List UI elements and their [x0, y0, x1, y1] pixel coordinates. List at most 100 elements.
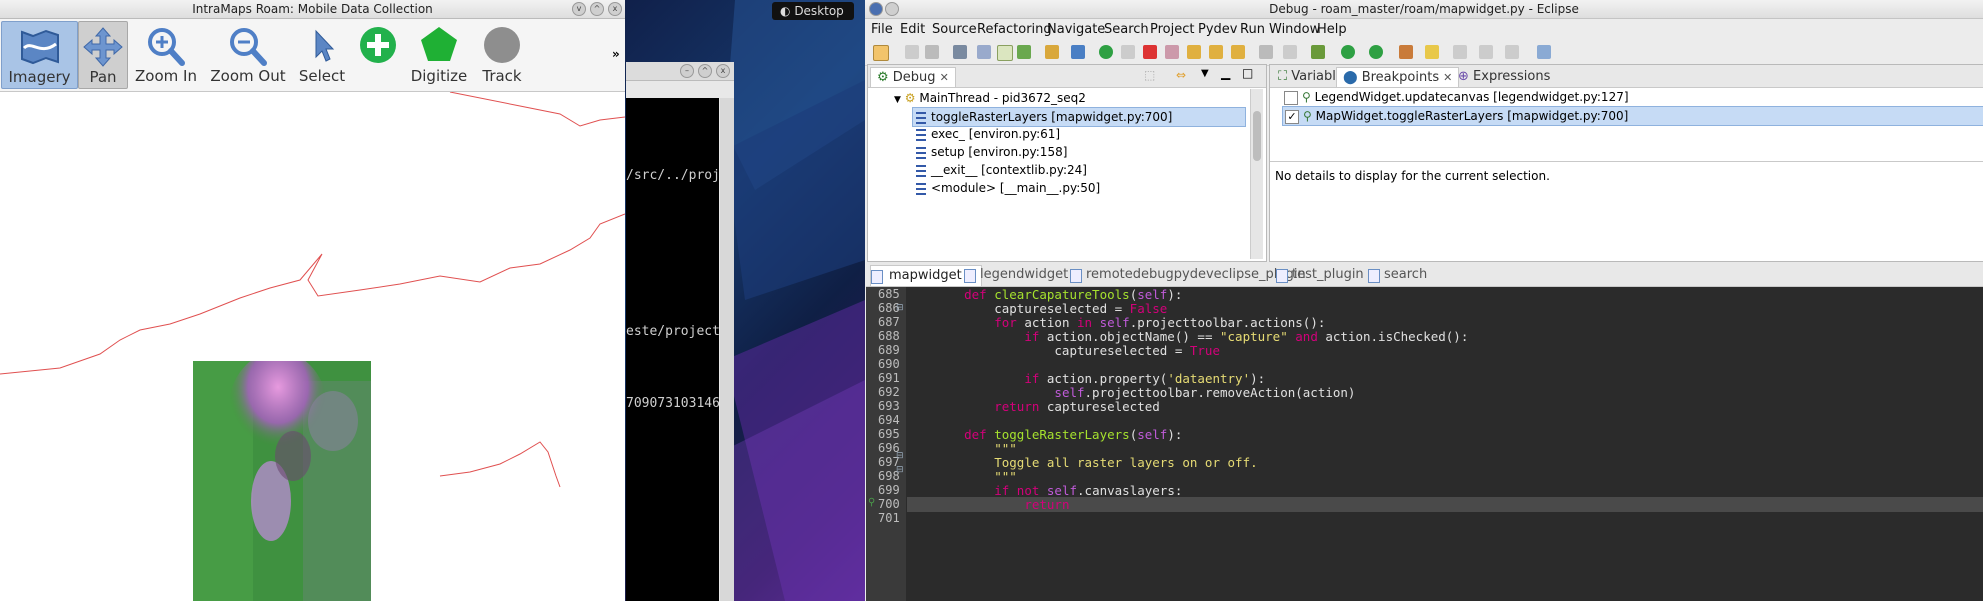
print-icon[interactable] — [953, 45, 967, 59]
minimize-icon[interactable]: v — [572, 2, 586, 16]
code-editor[interactable]: mapwidget✕ legendwidget remotedebugpydev… — [866, 262, 1983, 601]
desktop-button[interactable]: ◐ Desktop — [772, 2, 854, 20]
tool-track-button[interactable]: Track — [478, 21, 526, 87]
run-external-icon[interactable] — [1369, 45, 1383, 59]
menu-project[interactable]: Project — [1150, 22, 1194, 37]
menu-navigate[interactable]: Navigate — [1047, 22, 1105, 37]
tool-label: Digitize — [410, 67, 468, 85]
tab-breakpoints[interactable]: ⬤ Breakpoints ✕ — [1336, 67, 1460, 87]
open-type-icon[interactable] — [1399, 45, 1413, 59]
pentagon-icon — [421, 27, 457, 61]
next-annotation-icon[interactable] — [1453, 45, 1467, 59]
toolbar-overflow-button[interactable]: » — [612, 47, 620, 61]
disconnect-icon[interactable] — [1165, 45, 1179, 59]
fold-icon[interactable]: ⊟ — [896, 303, 904, 313]
tool-digitize-button[interactable]: Digitize — [410, 21, 468, 87]
map-canvas[interactable] — [0, 92, 625, 601]
breakpoint-item[interactable]: ✓ ⚲ MapWidget.toggleRasterLayers [mapwidg… — [1282, 106, 1983, 126]
tool-zoom-out-button[interactable]: Zoom Out — [210, 21, 286, 87]
menu-edit[interactable]: Edit — [900, 22, 925, 37]
terminal-window[interactable]: – ^ x /src/../proje este/project. 709073… — [626, 62, 734, 601]
menu-help[interactable]: Help — [1317, 22, 1347, 37]
run-icon[interactable] — [1341, 45, 1355, 59]
maximize-icon[interactable]: ^ — [698, 64, 712, 78]
pin-icon[interactable] — [1071, 45, 1085, 59]
breakpoint-checkbox[interactable]: ✓ — [1285, 109, 1299, 124]
menu-refactoring[interactable]: Refactoring — [977, 22, 1052, 37]
step-return-icon[interactable] — [1231, 45, 1245, 59]
new-file-icon[interactable] — [873, 45, 889, 61]
thread-node[interactable]: ▼ ⚙ MainThread - pid3672_seq2 — [868, 89, 1248, 107]
close-icon[interactable]: ✕ — [940, 71, 949, 84]
step-over-icon[interactable] — [1209, 45, 1223, 59]
menu-search[interactable]: Search — [1104, 22, 1149, 37]
forward-icon[interactable] — [1505, 45, 1519, 59]
resume-icon[interactable] — [1099, 45, 1113, 59]
tab-test-plugin[interactable]: test_plugin — [1276, 265, 1364, 285]
fold-icon[interactable]: ⊟ — [896, 451, 904, 461]
maximize-view-icon[interactable]: □ — [1242, 66, 1253, 80]
tool-zoom-in-button[interactable]: Zoom In — [134, 21, 198, 87]
breakpoint-marker-icon[interactable]: ⚲ — [868, 497, 875, 508]
tab-expressions[interactable]: ⊕ Expressions — [1452, 67, 1556, 86]
close-icon[interactable]: x — [608, 2, 622, 16]
collapse-icon[interactable]: ▼ — [894, 95, 901, 105]
back-icon[interactable] — [1479, 45, 1493, 59]
stack-frame-item[interactable]: exec_ [environ.py:61] — [916, 125, 1248, 143]
view-menu-icon[interactable]: ▼ — [1201, 68, 1209, 79]
tool-add-button[interactable] — [356, 21, 400, 87]
minimize-view-icon[interactable]: ▁ — [1221, 66, 1230, 80]
tab-remotedebug[interactable]: remotedebugpydeveclipse_plugin — [1070, 265, 1306, 285]
stack-frame-item[interactable]: __exit__ [contextlib.py:24] — [916, 161, 1248, 179]
roam-titlebar[interactable]: IntraMaps Roam: Mobile Data Collection v… — [0, 0, 625, 19]
maximize-icon[interactable]: ^ — [590, 2, 604, 16]
menu-run[interactable]: Run — [1240, 22, 1265, 37]
stack-frame-item[interactable]: <module> [__main__.py:50] — [916, 179, 1248, 197]
roam-window[interactable]: IntraMaps Roam: Mobile Data Collection v… — [0, 0, 625, 601]
stack-frame-icon — [916, 182, 926, 195]
tool-imagery-button[interactable]: Imagery — [1, 21, 78, 89]
close-icon[interactable]: ✕ — [1443, 71, 1452, 84]
debug-step-icon[interactable] — [1017, 45, 1031, 59]
link-icon[interactable] — [997, 45, 1013, 61]
suspend-icon[interactable] — [1121, 45, 1135, 59]
skip-breakpoints-icon[interactable] — [977, 45, 991, 59]
stack-frame-item[interactable]: toggleRasterLayers [mapwidget.py:700] — [912, 107, 1246, 127]
tab-search[interactable]: search — [1368, 265, 1427, 285]
terminal-scrollbar[interactable] — [720, 98, 734, 601]
use-step-filters-icon[interactable] — [1259, 45, 1273, 59]
fold-icon[interactable]: ⊟ — [896, 465, 904, 475]
menu-source[interactable]: Source — [932, 22, 977, 37]
search-icon[interactable] — [1425, 45, 1439, 59]
format-icon[interactable] — [1283, 45, 1297, 59]
window-button-icon[interactable] — [885, 2, 899, 16]
tab-debug[interactable]: ⚙ Debug ✕ — [870, 67, 956, 87]
debug-config-icon[interactable] — [1311, 45, 1325, 59]
breakpoint-item[interactable]: ⚲ LegendWidget.updatecanvas [legendwidge… — [1284, 88, 1983, 106]
scroll-thumb[interactable] — [1253, 111, 1261, 161]
python-file-icon — [1368, 269, 1380, 283]
terminal-output[interactable]: /src/../proje este/project. 709073103146… — [626, 98, 719, 601]
save-icon[interactable] — [905, 45, 919, 59]
menu-pydev[interactable]: Pydev — [1198, 22, 1237, 37]
minimize-icon[interactable]: – — [680, 64, 694, 78]
eclipse-window[interactable]: Debug - roam_master/roam/mapwidget.py - … — [865, 0, 1983, 601]
tool-select-button[interactable]: Select — [296, 21, 348, 87]
tool-pan-button[interactable]: Pan — [78, 21, 128, 89]
open-perspective-icon[interactable] — [1537, 45, 1551, 59]
step-into-icon[interactable] — [1187, 45, 1201, 59]
breakpoint-checkbox[interactable] — [1284, 90, 1298, 105]
menu-file[interactable]: File — [871, 22, 893, 37]
menu-window[interactable]: Window — [1269, 22, 1320, 37]
stack-frame-item[interactable]: setup [environ.py:158] — [916, 143, 1248, 161]
debug-scrollbar[interactable] — [1250, 89, 1263, 259]
disconnect-icon[interactable]: ⬚ — [1144, 68, 1155, 82]
package-icon[interactable] — [1045, 45, 1059, 59]
terminal-titlebar[interactable]: – ^ x — [626, 62, 734, 81]
step-filter-icon[interactable]: ⇔ — [1176, 68, 1186, 82]
close-icon[interactable]: x — [716, 64, 730, 78]
tab-legendwidget[interactable]: legendwidget — [964, 265, 1068, 285]
terminate-icon[interactable] — [1143, 45, 1157, 59]
eclipse-titlebar[interactable]: Debug - roam_master/roam/mapwidget.py - … — [865, 0, 1983, 19]
save-all-icon[interactable] — [925, 45, 939, 59]
